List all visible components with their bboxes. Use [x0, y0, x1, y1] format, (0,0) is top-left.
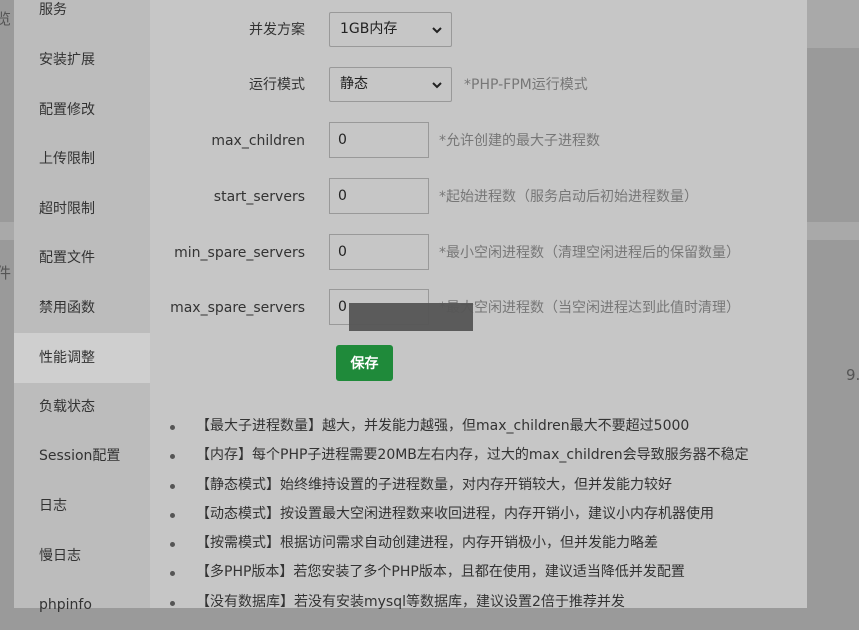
min-spare-servers-row: min_spare_servers 0 *最小空闲进程数（清理空闲进程后的保留数…	[150, 234, 807, 272]
max-children-row: max_children 0 *允许创建的最大子进程数	[150, 122, 807, 160]
min-spare-servers-label: min_spare_servers	[174, 245, 305, 261]
background-text-fragment: 9.	[846, 366, 859, 384]
max-children-input[interactable]: 0	[329, 122, 429, 158]
sidebar-item-label: 禁用函数	[39, 300, 95, 316]
background-row-strip	[0, 222, 14, 240]
tip-text: 【没有数据库】若没有安装mysql等数据库，建议设置2倍于推荐并发	[196, 593, 625, 610]
sidebar-item-config-edit[interactable]: 配置修改	[14, 85, 150, 135]
bullet-icon	[170, 571, 175, 577]
tip-text: 【多PHP版本】若您安装了多个PHP版本，且都在使用，建议适当降低并发配置	[196, 564, 685, 581]
list-item: 【动态模式】按设置最大空闲进程数来收回进程，内存开销小，建议小内存机器使用	[150, 500, 807, 529]
run-mode-row: 运行模式 静态 *PHP-FPM运行模式	[150, 66, 807, 104]
max-children-label: max_children	[211, 133, 305, 149]
run-mode-select[interactable]: 静态	[329, 67, 452, 102]
sidebar-item-upload-limit[interactable]: 上传限制	[14, 134, 150, 184]
list-item: 【按需模式】根据访问需求自动创建进程，内存开销极小，但并发能力略差	[150, 529, 807, 558]
sidebar-item-log[interactable]: 日志	[14, 481, 150, 531]
tip-text: 【动态模式】按设置最大空闲进程数来收回进程，内存开销小，建议小内存机器使用	[196, 505, 714, 522]
max-spare-servers-label: max_spare_servers	[170, 300, 305, 316]
min-spare-servers-input[interactable]: 0	[329, 234, 429, 270]
settings-sidebar: 服务 安装扩展 配置修改 上传限制 超时限制 配置文件 禁用函数 性能调整 负载…	[14, 0, 150, 613]
sidebar-item-config-file[interactable]: 配置文件	[14, 233, 150, 283]
sidebar-item-label: 安装扩展	[39, 52, 95, 68]
performance-panel: 并发方案 1GB内存 运行模式 静态 *PHP-FPM运行模式 max_chil…	[150, 0, 807, 610]
tips-list: 【最大子进程数量】越大，并发能力越强，但max_children最大不要超过50…	[150, 412, 807, 617]
save-button[interactable]: 保存	[336, 345, 393, 381]
bullet-icon	[170, 512, 175, 518]
php-settings-modal: 服务 安装扩展 配置修改 上传限制 超时限制 配置文件 禁用函数 性能调整 负载…	[14, 0, 807, 613]
tip-text: 【内存】每个PHP子进程需要20MB左右内存，过大的max_children会导…	[196, 447, 749, 464]
sidebar-item-service[interactable]: 服务	[14, 0, 150, 35]
concurrency-select[interactable]: 1GB内存	[329, 12, 452, 47]
sidebar-item-label: 配置修改	[39, 102, 95, 118]
sidebar-item-slow-log[interactable]: 慢日志	[14, 531, 150, 581]
sidebar-item-label: 负载状态	[39, 399, 95, 415]
sidebar-item-timeout-limit[interactable]: 超时限制	[14, 184, 150, 234]
background-header-strip	[807, 0, 859, 48]
start-servers-hint: *起始进程数（服务启动后初始进程数量）	[439, 189, 698, 205]
max-spare-servers-row: max_spare_servers 0 *最大空闲进程数（当空闲进程达到此值时清…	[150, 289, 807, 327]
sidebar-item-label: 日志	[39, 498, 67, 514]
sidebar-item-performance[interactable]: 性能调整	[14, 333, 150, 383]
list-item: 【没有数据库】若没有安装mysql等数据库，建议设置2倍于推荐并发	[150, 588, 807, 617]
sidebar-item-label: Session配置	[39, 448, 121, 464]
chevron-down-icon	[432, 82, 442, 89]
min-spare-servers-hint: *最小空闲进程数（清理空闲进程后的保留数量）	[439, 245, 740, 261]
tip-text: 【按需模式】根据访问需求自动创建进程，内存开销极小，但并发能力略差	[196, 535, 658, 552]
sidebar-item-phpinfo[interactable]: phpinfo	[14, 580, 150, 630]
run-mode-label: 运行模式	[249, 77, 305, 93]
sidebar-item-load-status[interactable]: 负载状态	[14, 382, 150, 432]
start-servers-input[interactable]: 0	[329, 178, 429, 214]
tip-text: 【最大子进程数量】越大，并发能力越强，但max_children最大不要超过50…	[196, 418, 690, 434]
concurrency-row: 并发方案 1GB内存	[150, 11, 807, 49]
concurrency-select-value: 1GB内存	[340, 21, 398, 37]
background-row-strip	[807, 222, 859, 240]
sidebar-item-install-extension[interactable]: 安装扩展	[14, 35, 150, 85]
sidebar-item-label: 性能调整	[39, 350, 95, 366]
sidebar-item-label: 配置文件	[39, 250, 95, 266]
list-item: 【最大子进程数量】越大，并发能力越强，但max_children最大不要超过50…	[150, 412, 807, 441]
sidebar-item-session-config[interactable]: Session配置	[14, 431, 150, 481]
list-item: 【多PHP版本】若您安装了多个PHP版本，且都在使用，建议适当降低并发配置	[150, 558, 807, 587]
bullet-icon	[170, 542, 175, 548]
chevron-down-icon	[432, 27, 442, 34]
sidebar-item-label: phpinfo	[39, 597, 92, 613]
list-item: 【静态模式】始终维持设置的子进程数量，对内存开销较大，但并发能力较好	[150, 471, 807, 500]
background-text-fragment: 览	[0, 10, 12, 28]
background-text-fragment: 件	[0, 264, 12, 282]
sidebar-item-label: 慢日志	[39, 548, 81, 564]
sidebar-item-label: 服务	[39, 2, 67, 18]
start-servers-label: start_servers	[213, 189, 305, 205]
max-spare-servers-hint: *最大空闲进程数（当空闲进程达到此值时清理）	[439, 300, 740, 316]
concurrency-label: 并发方案	[249, 22, 305, 38]
bullet-icon	[170, 600, 175, 606]
start-servers-row: start_servers 0 *起始进程数（服务启动后初始进程数量）	[150, 178, 807, 216]
bullet-icon	[170, 483, 175, 489]
max-children-hint: *允许创建的最大子进程数	[439, 133, 600, 149]
sidebar-item-label: 上传限制	[39, 151, 95, 167]
tooltip-overlay	[349, 303, 473, 331]
list-item: 【内存】每个PHP子进程需要20MB左右内存，过大的max_children会导…	[150, 441, 807, 470]
bullet-icon	[170, 454, 175, 460]
sidebar-item-label: 超时限制	[39, 201, 95, 217]
run-mode-hint: *PHP-FPM运行模式	[464, 77, 588, 93]
sidebar-item-disabled-functions[interactable]: 禁用函数	[14, 283, 150, 333]
run-mode-select-value: 静态	[340, 76, 368, 92]
tip-text: 【静态模式】始终维持设置的子进程数量，对内存开销较大，但并发能力较好	[196, 476, 672, 493]
bullet-icon	[170, 425, 175, 430]
